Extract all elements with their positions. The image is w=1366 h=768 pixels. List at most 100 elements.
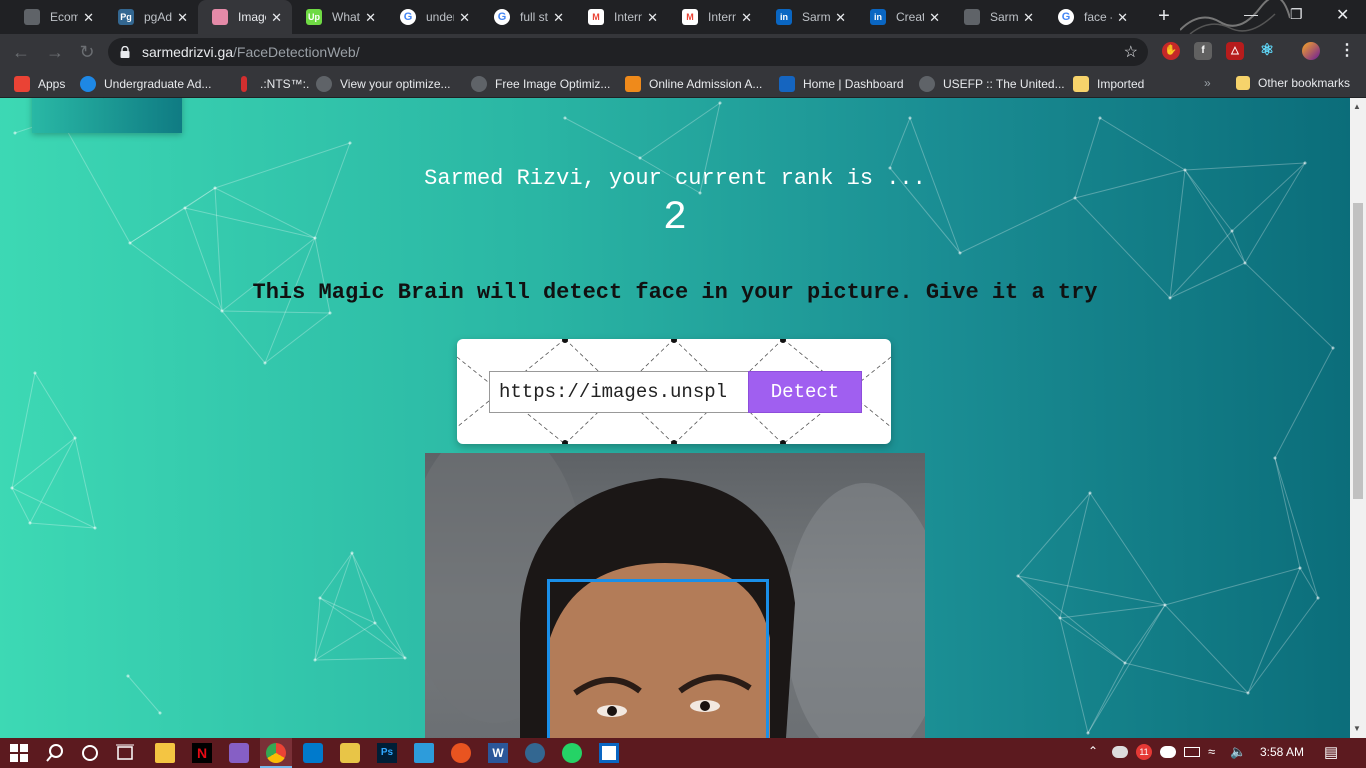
theme-artwork [1180,0,1290,34]
bookmark-label: View your optimize... [340,77,451,91]
bookmark-item[interactable]: Online Admission A... [625,76,762,92]
bookmark-label: USEFP :: The United... [943,77,1065,91]
browser-tab[interactable]: in Sarme ✕ [762,0,856,34]
clock-time[interactable]: 3:58 AM [1260,745,1304,759]
menu-kebab-icon[interactable]: ⋮ [1338,42,1356,60]
scroll-down-icon[interactable]: ▼ [1353,724,1361,733]
ubuntu-icon[interactable] [451,743,471,763]
browser-toolbar: ← → ↻ sarmedrizvi.ga/FaceDetectionWeb/ ☆… [0,34,1366,70]
bookmark-item[interactable]: Home | Dashboard [779,76,904,92]
adblock-extension-icon[interactable]: ✋ [1162,42,1180,60]
search-icon[interactable] [45,743,65,763]
pdf-extension-icon[interactable]: △ [1226,42,1244,60]
flipboard-extension-icon[interactable]: f [1194,42,1212,60]
chrome-taskbar-active[interactable] [260,738,292,768]
visual-studio-icon[interactable] [229,743,249,763]
postgres-icon[interactable] [525,743,545,763]
bookmark-item[interactable]: Free Image Optimiz... [471,76,610,92]
profile-avatar[interactable] [1302,42,1320,60]
react-devtools-icon[interactable]: ⚛ [1258,42,1276,60]
windows-taskbar: N Ps W ⌃ 11 ≈ 🔈 3:58 AM ▤ [0,738,1366,768]
photoshop-icon[interactable]: Ps [377,743,397,763]
onedrive-icon[interactable] [1112,746,1128,758]
close-tab-icon[interactable]: ✕ [929,10,940,26]
close-tab-icon[interactable]: ✕ [835,10,846,26]
browser-tab[interactable]: Image ✕ [198,0,292,34]
bookmarks-overflow-chevron[interactable]: » [1204,76,1211,90]
close-tab-icon[interactable]: ✕ [741,10,752,26]
word-icon[interactable]: W [488,743,508,763]
other-bookmarks[interactable]: Other bookmarks [1236,76,1350,90]
netflix-icon[interactable]: N [192,743,212,763]
task-view-icon[interactable] [115,743,135,763]
page-scrollbar[interactable]: ▲ ▼ [1350,98,1366,738]
back-arrow-icon[interactable]: ← [10,41,32,63]
bookmark-item[interactable]: USEFP :: The United... [919,76,1065,92]
reload-icon[interactable]: ↻ [76,41,98,63]
browser-tab[interactable]: Gface - ✕ [1044,0,1138,34]
tab-title: Ecom [50,10,78,24]
cortana-icon[interactable] [80,743,100,763]
close-tab-icon[interactable]: ✕ [647,10,658,26]
battery-icon[interactable] [1184,747,1200,757]
image-url-input[interactable]: https://images.unspl [489,371,749,413]
whatsapp-icon[interactable] [562,743,582,763]
bookmark-label: .:NTS™:. [260,77,310,91]
lock-icon [120,46,130,58]
address-bar[interactable]: sarmedrizvi.ga/FaceDetectionWeb/ ☆ [108,38,1148,66]
browser-tab[interactable]: Sarme ✕ [950,0,1044,34]
wifi-icon[interactable]: ≈ [1208,744,1215,759]
close-tab-icon[interactable]: ✕ [177,10,188,26]
app-window-icon[interactable] [599,743,619,763]
close-tab-icon[interactable]: ✕ [365,10,376,26]
bookmark-item[interactable]: Imported [1073,76,1144,92]
browser-tab[interactable]: Pg pgAd ✕ [104,0,198,34]
windows-start-icon[interactable] [10,744,28,762]
globe-icon [964,9,980,25]
bookmark-star-icon[interactable]: ☆ [1124,42,1138,62]
close-tab-icon[interactable]: ✕ [1023,10,1034,26]
close-tab-icon[interactable]: ✕ [553,10,564,26]
tab-title: Image [238,10,266,24]
close-tab-icon[interactable]: ✕ [459,10,470,26]
detect-button[interactable]: Detect [748,371,862,413]
cloud-icon[interactable] [1160,746,1176,758]
tab-title: full st [520,10,548,24]
phone-app-icon[interactable] [414,743,434,763]
browser-tab[interactable]: M Intern ✕ [668,0,762,34]
tray-chevron-icon[interactable]: ⌃ [1088,744,1098,758]
file-explorer-icon[interactable] [155,743,175,763]
sticky-app-icon[interactable] [340,743,360,763]
new-tab-button[interactable]: + [1152,5,1176,29]
restore-icon[interactable]: ❐ [1290,6,1303,23]
bookmark-label: Online Admission A... [649,77,763,91]
browser-tab[interactable]: M Intern ✕ [574,0,668,34]
volume-icon[interactable]: 🔈 [1230,744,1246,760]
bookmark-label: Imported [1097,77,1145,91]
vscode-icon[interactable] [303,743,323,763]
bookmark-label: Home | Dashboard [803,77,904,91]
bookmark-item[interactable]: .:NTS™:. [236,76,309,92]
brain-icon [212,9,228,25]
google-icon: G [1058,9,1074,25]
notification-badge[interactable]: 11 [1136,744,1152,760]
minimize-icon[interactable]: — [1244,6,1258,22]
scroll-up-icon[interactable]: ▲ [1353,102,1361,111]
browser-tab[interactable]: Up What ✕ [292,0,386,34]
logo-card[interactable]: ●● [32,98,182,133]
close-tab-icon[interactable]: ✕ [1117,10,1128,26]
action-center-icon[interactable]: ▤ [1324,743,1338,761]
bookmark-item[interactable]: View your optimize... [316,76,451,92]
bookmark-item[interactable]: Apps [14,76,65,92]
browser-tab[interactable]: Ecom ✕ [10,0,104,34]
browser-tab[interactable]: in Creati ✕ [856,0,950,34]
close-window-icon[interactable]: ✕ [1336,5,1349,25]
tab-title: pgAd [144,10,172,24]
scroll-thumb[interactable] [1353,203,1363,499]
forward-arrow-icon[interactable]: → [44,41,66,63]
browser-tab[interactable]: Gunder ✕ [386,0,480,34]
browser-tab[interactable]: Gfull st ✕ [480,0,574,34]
close-tab-icon[interactable]: ✕ [271,10,282,26]
bookmark-item[interactable]: Undergraduate Ad... [80,76,211,92]
close-tab-icon[interactable]: ✕ [83,10,94,26]
